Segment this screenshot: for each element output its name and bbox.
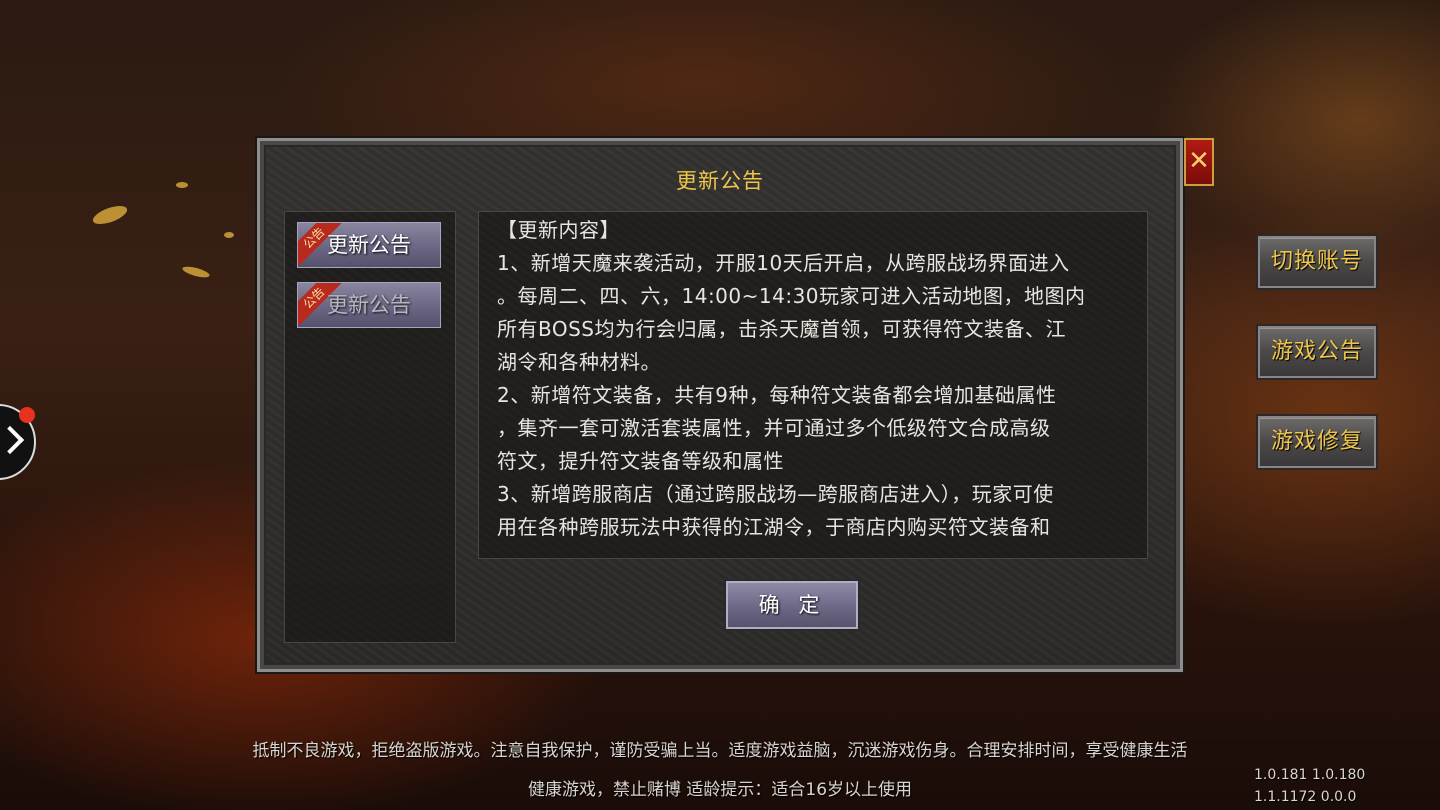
content-line: 用在各种跨服玩法中获得的江湖令，于商店内购买符文装备和: [497, 515, 1051, 539]
tab-update-notice-1[interactable]: 公告 更新公告: [297, 222, 441, 268]
tab-label: 更新公告: [327, 293, 411, 317]
ember-particle: [90, 202, 130, 228]
confirm-button[interactable]: 确 定: [726, 581, 858, 629]
notification-dot: [19, 407, 35, 423]
age-rating-notice: 健康游戏，禁止赌博 适龄提示：适合16岁以上使用: [527, 780, 913, 800]
content-line: ，集齐一套可激活套装属性，并可通过多个低级符文合成高级: [497, 416, 1051, 440]
dialog-title: 更新公告: [676, 169, 764, 193]
notice-tab-list: 公告 更新公告 公告 更新公告: [284, 211, 456, 643]
version-info: 1.1.1172 0.0.0: [1254, 789, 1357, 805]
game-notice-button[interactable]: 游戏公告: [1258, 326, 1376, 378]
notice-content-scroll[interactable]: 【更新内容】 1、新增天魔来袭活动，开服10天后开启，从跨服战场界面进入 。每周…: [478, 211, 1148, 559]
content-line: 【更新内容】: [497, 218, 620, 242]
content-line: 2、新增符文装备，共有9种，每种符文装备都会增加基础属性: [497, 383, 1057, 407]
update-notice-dialog: 更新公告 公告 更新公告 公告 更新公告 【更新内容】 1、新增天魔来袭活动，开…: [257, 138, 1183, 672]
ember-particle: [224, 232, 234, 238]
content-line: 所有BOSS均为行会归属，击杀天魔首领，可获得符文装备、江: [497, 317, 1067, 341]
chevron-right-icon: [0, 425, 25, 455]
health-advisory: 抵制不良游戏，拒绝盗版游戏。注意自我保护，谨防受骗上当。适度游戏益脑，沉迷游戏伤…: [252, 741, 1188, 761]
tab-update-notice-2[interactable]: 公告 更新公告: [297, 282, 441, 328]
tab-label: 更新公告: [327, 233, 411, 257]
game-repair-button[interactable]: 游戏修复: [1258, 416, 1376, 468]
version-info: 1.0.181 1.0.180: [1254, 767, 1366, 783]
content-line: 湖令和各种材料。: [497, 350, 661, 374]
content-line: 。每周二、四、六，14:00~14:30玩家可进入活动地图，地图内: [497, 284, 1086, 308]
ember-particle: [181, 264, 211, 280]
content-line: 3、新增跨服商店（通过跨服战场—跨服商店进入），玩家可使: [497, 482, 1054, 506]
content-line: 符文，提升符文装备等级和属性: [497, 449, 784, 473]
content-line: 1、新增天魔来袭活动，开服10天后开启，从跨服战场界面进入: [497, 251, 1070, 275]
close-icon[interactable]: ✕: [1184, 138, 1214, 186]
ember-particle: [176, 182, 188, 188]
switch-account-button[interactable]: 切换账号: [1258, 236, 1376, 288]
